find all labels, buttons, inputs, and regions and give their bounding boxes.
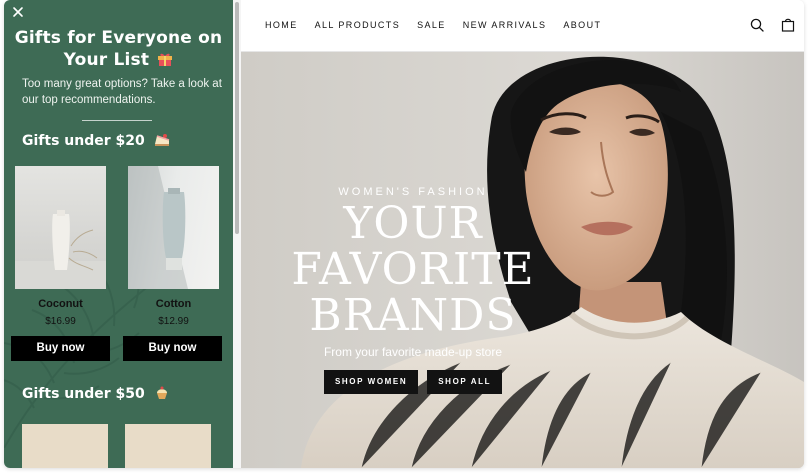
section-title-text: Gifts under $50 — [22, 386, 145, 402]
site-header: HOME ALL PRODUCTS SALE NEW ARRIVALS ABOU… — [241, 0, 804, 52]
nav-new-arrivals[interactable]: NEW ARRIVALS — [463, 20, 547, 30]
product-image[interactable] — [128, 166, 219, 289]
main-nav: HOME ALL PRODUCTS SALE NEW ARRIVALS ABOU… — [265, 20, 601, 30]
product-price: $16.99 — [45, 316, 76, 327]
section-title-under-20: Gifts under $20 — [22, 133, 170, 149]
browser-viewport: Gifts for Everyone on Your List Too many… — [4, 0, 804, 468]
product-image[interactable] — [125, 424, 211, 468]
drawer-scrollbar[interactable] — [233, 0, 241, 468]
hero-headline: YOUR FAVORITE BRANDS — [241, 201, 593, 339]
scrollbar-thumb[interactable] — [235, 2, 239, 234]
nav-all-products[interactable]: ALL PRODUCTS — [315, 20, 400, 30]
buy-now-button-cotton[interactable]: Buy now — [123, 336, 222, 361]
hero-eyebrow: WOMEN'S FASHION — [338, 186, 488, 198]
nav-about[interactable]: ABOUT — [563, 20, 601, 30]
nav-home[interactable]: HOME — [265, 20, 298, 30]
gift-guide-drawer: Gifts for Everyone on Your List Too many… — [4, 0, 233, 468]
product-image[interactable] — [22, 424, 108, 468]
drawer-title-line2: Your List — [63, 50, 150, 70]
cake-slice-icon — [154, 134, 169, 146]
buy-now-button-coconut[interactable]: Buy now — [11, 336, 110, 361]
product-name[interactable]: Cotton — [128, 298, 219, 310]
hero-headline-line1: YOUR FAVORITE — [291, 198, 535, 295]
product-name[interactable]: Coconut — [15, 298, 106, 310]
close-icon[interactable] — [10, 4, 26, 20]
hero-buttons: SHOP WOMEN SHOP ALL — [241, 370, 593, 394]
divider — [82, 120, 152, 121]
product-card-cotton[interactable]: Cotton $12.99 — [128, 166, 219, 327]
section-title-text: Gifts under $20 — [22, 133, 145, 149]
product-price: $12.99 — [158, 316, 189, 327]
gift-icon — [158, 53, 173, 66]
cupcake-icon — [156, 386, 167, 399]
hero-text-block: WOMEN'S FASHION YOUR FAVORITE BRANDS Fro… — [241, 186, 593, 394]
product-image[interactable] — [15, 166, 106, 289]
hero-tagline: From your favorite made-up store — [323, 345, 503, 359]
drawer-title-line1: Gifts for Everyone on — [14, 28, 223, 48]
product-card-coconut[interactable]: Coconut $16.99 — [15, 166, 106, 327]
drawer-title: Gifts for Everyone on Your List — [4, 27, 233, 71]
hero-banner: WOMEN'S FASHION YOUR FAVORITE BRANDS Fro… — [241, 52, 804, 468]
shop-all-button[interactable]: SHOP ALL — [427, 370, 503, 394]
nav-sale[interactable]: SALE — [417, 20, 446, 30]
hero-headline-line2: BRANDS — [309, 290, 517, 341]
drawer-subtitle: Too many great options? Take a look at o… — [22, 78, 222, 106]
shopping-bag-icon[interactable] — [781, 18, 795, 32]
search-icon[interactable] — [750, 18, 764, 32]
section-title-under-50: Gifts under $50 — [22, 386, 170, 402]
shop-women-button[interactable]: SHOP WOMEN — [323, 370, 419, 394]
